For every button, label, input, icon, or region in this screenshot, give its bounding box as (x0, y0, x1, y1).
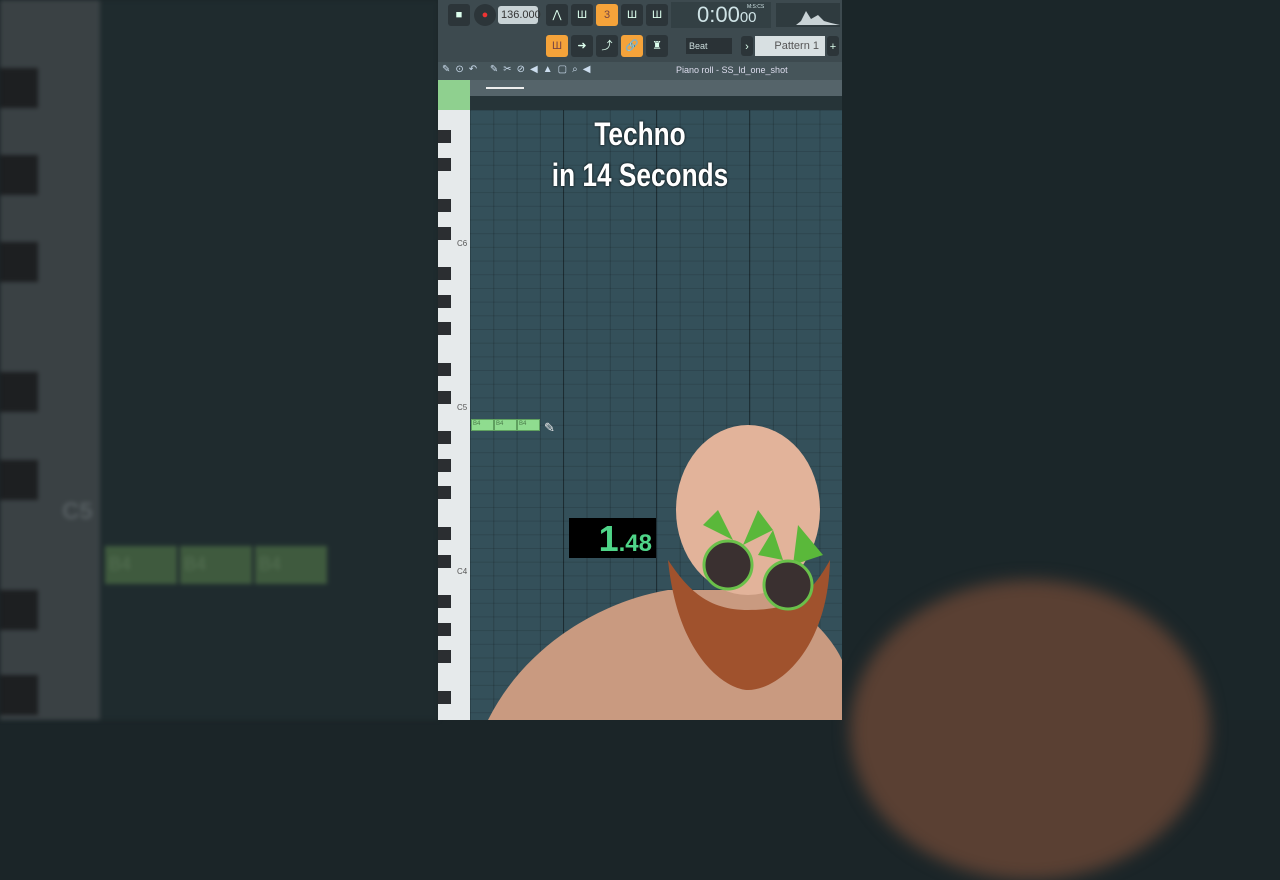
timer-counter: 1.48 (569, 518, 656, 559)
overlay-title-line2: in 14 Seconds (551, 157, 729, 193)
blurred-note: B4 (105, 546, 177, 584)
blurred-note: B4 (180, 546, 252, 584)
blurred-black-key (0, 242, 38, 282)
blurred-black-key (0, 675, 38, 715)
blurred-note: B4 (255, 546, 327, 584)
blurred-black-key (0, 372, 38, 412)
overlay-title-line1: Techno (594, 116, 686, 152)
blurred-black-key (0, 590, 38, 630)
blurred-background-left: C5 B4 B4 B4 (0, 0, 438, 720)
blurred-c5-label: C5 (62, 498, 93, 525)
blurred-black-key (0, 155, 38, 195)
blurred-black-key (0, 460, 38, 500)
piano-roll-window: ■ ● 136.000 ⋀ Ш 3 Ш Ш 0:0000 M:S:CS Ш ➜ ⤴… (438, 0, 842, 720)
presenter-video (488, 425, 842, 720)
blurred-head (850, 580, 1210, 880)
blurred-black-key (0, 68, 38, 108)
